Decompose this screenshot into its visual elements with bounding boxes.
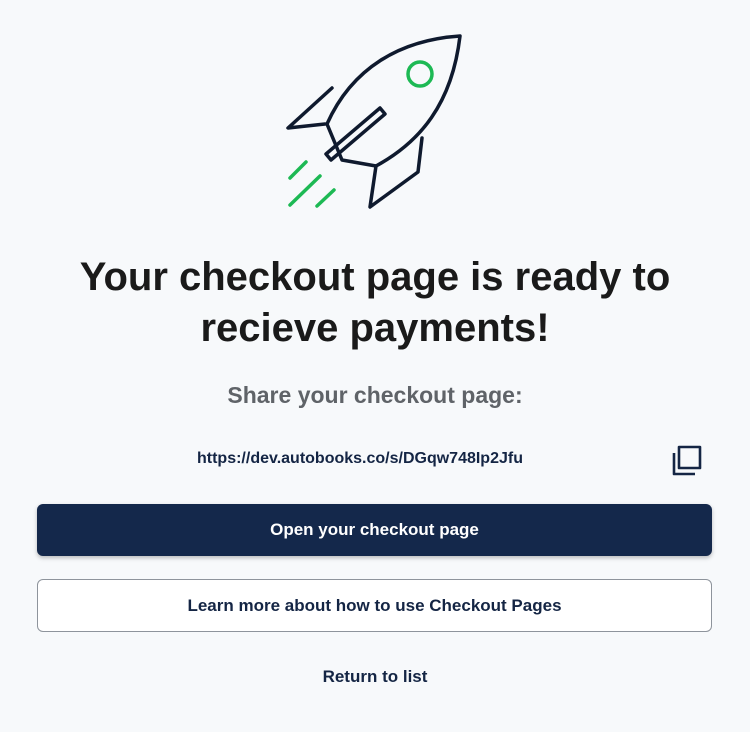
checkout-url: https://dev.autobooks.co/s/DGqw748Ip2Jfu: [197, 450, 523, 467]
share-label: Share your checkout page:: [227, 382, 523, 408]
copy-icon[interactable]: [668, 442, 704, 478]
return-to-list-link[interactable]: Return to list: [0, 665, 750, 689]
open-checkout-page-button[interactable]: Open your checkout page: [37, 504, 712, 556]
learn-more-button[interactable]: Learn more about how to use Checkout Pag…: [37, 579, 712, 632]
rocket-icon: [286, 34, 462, 209]
page-title: Your checkout page is ready to recieve p…: [79, 255, 671, 350]
